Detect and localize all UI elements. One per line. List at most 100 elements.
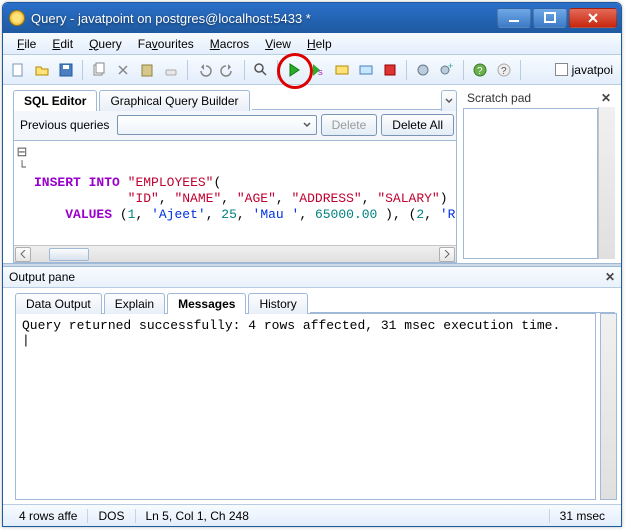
minimize-button[interactable] xyxy=(497,8,531,28)
find-button[interactable] xyxy=(250,59,272,81)
delete-prev-query-button[interactable]: Delete xyxy=(321,114,378,136)
copy-icon xyxy=(91,62,107,78)
cancel-button[interactable] xyxy=(379,59,401,81)
titlebar[interactable]: Query - javatpoint on postgres@localhost… xyxy=(3,3,621,33)
menu-query[interactable]: Query xyxy=(81,35,130,53)
tab-explain[interactable]: Explain xyxy=(104,293,165,314)
plug-plus-icon: + xyxy=(439,62,455,78)
scratch-pad-close[interactable]: ✕ xyxy=(601,91,611,105)
scratch-pad-title: Scratch pad xyxy=(467,91,531,105)
explain-analyze-button[interactable] xyxy=(355,59,377,81)
tab-data-output[interactable]: Data Output xyxy=(15,293,102,314)
execute-button[interactable] xyxy=(283,59,305,81)
status-rows: 4 rows affe xyxy=(9,509,88,523)
help-button[interactable]: ? xyxy=(469,59,491,81)
delete-all-prev-queries-button[interactable]: Delete All xyxy=(381,114,454,136)
menu-view[interactable]: View xyxy=(257,35,299,53)
menu-favourites[interactable]: Favourites xyxy=(130,35,202,53)
undo-icon xyxy=(196,62,212,78)
connection-label: javatpoi xyxy=(572,63,613,77)
previous-queries-label: Previous queries xyxy=(16,118,113,132)
play-script-icon: S xyxy=(310,62,326,78)
previous-queries-row: Previous queries Delete Delete All xyxy=(13,110,457,141)
chevron-down-icon xyxy=(303,121,311,129)
menu-file[interactable]: File xyxy=(9,35,44,53)
play-icon xyxy=(286,62,302,78)
menu-edit[interactable]: Edit xyxy=(44,35,81,53)
plug-icon xyxy=(415,62,431,78)
output-pane-close[interactable]: ✕ xyxy=(605,270,615,284)
folder-open-icon xyxy=(34,62,50,78)
sql-editor[interactable]: ⊟└ INSERT INTO "EMPLOYEES"( "ID", "NAME"… xyxy=(14,141,456,245)
cut-button[interactable] xyxy=(112,59,134,81)
paste-button[interactable] xyxy=(136,59,158,81)
separator xyxy=(406,60,407,80)
tab-history[interactable]: History xyxy=(248,293,307,314)
svg-text:+: + xyxy=(448,62,453,71)
svg-text:?: ? xyxy=(477,66,483,77)
redo-icon xyxy=(220,62,236,78)
execute-pgscript-button[interactable]: S xyxy=(307,59,329,81)
close-button[interactable] xyxy=(569,8,617,28)
separator xyxy=(463,60,464,80)
explain-button[interactable] xyxy=(331,59,353,81)
scratch-vscroll[interactable] xyxy=(598,107,615,259)
explain-icon xyxy=(334,62,350,78)
menu-macros[interactable]: Macros xyxy=(202,35,257,53)
scratch-pad[interactable] xyxy=(463,108,598,259)
output-pane-title: Output pane xyxy=(9,270,75,284)
separator xyxy=(82,60,83,80)
new-button[interactable] xyxy=(7,59,29,81)
statusbar: 4 rows affe DOS Ln 5, Col 1, Ch 248 31 m… xyxy=(3,504,621,526)
svg-text:S: S xyxy=(318,70,323,77)
clear-button[interactable] xyxy=(160,59,182,81)
svg-text:?: ? xyxy=(501,66,507,77)
scroll-right-button[interactable] xyxy=(439,247,455,262)
save-button[interactable] xyxy=(55,59,77,81)
editor-tabs: SQL Editor Graphical Query Builder xyxy=(13,89,457,110)
separator xyxy=(277,60,278,80)
tab-sql-editor[interactable]: SQL Editor xyxy=(13,90,97,111)
app-icon xyxy=(9,10,25,26)
connection-checkbox[interactable] xyxy=(555,63,568,76)
redo-button[interactable] xyxy=(217,59,239,81)
paste-icon xyxy=(139,62,155,78)
scroll-left-button[interactable] xyxy=(15,247,31,262)
open-button[interactable] xyxy=(31,59,53,81)
connection-button[interactable] xyxy=(412,59,434,81)
copy-button[interactable] xyxy=(88,59,110,81)
main-area: SQL Editor Graphical Query Builder Previ… xyxy=(3,85,621,504)
close-icon xyxy=(587,12,599,24)
previous-queries-combo[interactable] xyxy=(117,115,316,135)
scratch-pad-header: Scratch pad ✕ xyxy=(463,89,615,107)
app-window: Query - javatpoint on postgres@localhost… xyxy=(2,2,622,527)
tabs-dropdown[interactable] xyxy=(441,90,457,111)
output-messages[interactable]: Query returned successfully: 4 rows affe… xyxy=(15,313,596,500)
window-title: Query - javatpoint on postgres@localhost… xyxy=(31,11,495,26)
chevron-down-icon xyxy=(445,97,453,105)
status-position: Ln 5, Col 1, Ch 248 xyxy=(136,509,550,523)
tab-messages[interactable]: Messages xyxy=(167,293,246,314)
new-connection-button[interactable]: + xyxy=(436,59,458,81)
stop-icon xyxy=(382,62,398,78)
new-icon xyxy=(10,62,26,78)
explain-analyze-icon xyxy=(358,62,374,78)
save-icon xyxy=(58,62,74,78)
output-vscroll[interactable] xyxy=(600,313,617,500)
minimize-icon xyxy=(508,12,520,24)
fold-gutter[interactable]: ⊟└ xyxy=(16,145,28,175)
cut-icon xyxy=(115,62,131,78)
scroll-thumb[interactable] xyxy=(49,248,89,261)
menu-help[interactable]: Help xyxy=(299,35,340,53)
separator xyxy=(520,60,521,80)
search-icon xyxy=(253,62,269,78)
maximize-icon xyxy=(544,12,556,24)
sql-help-button[interactable]: ? xyxy=(493,59,515,81)
maximize-button[interactable] xyxy=(533,8,567,28)
status-mode: DOS xyxy=(88,509,135,523)
undo-button[interactable] xyxy=(193,59,215,81)
sql-help-icon: ? xyxy=(496,62,512,78)
status-time: 31 msec xyxy=(550,509,615,523)
tab-graphical-query-builder[interactable]: Graphical Query Builder xyxy=(99,90,249,111)
editor-hscroll[interactable] xyxy=(14,245,456,262)
